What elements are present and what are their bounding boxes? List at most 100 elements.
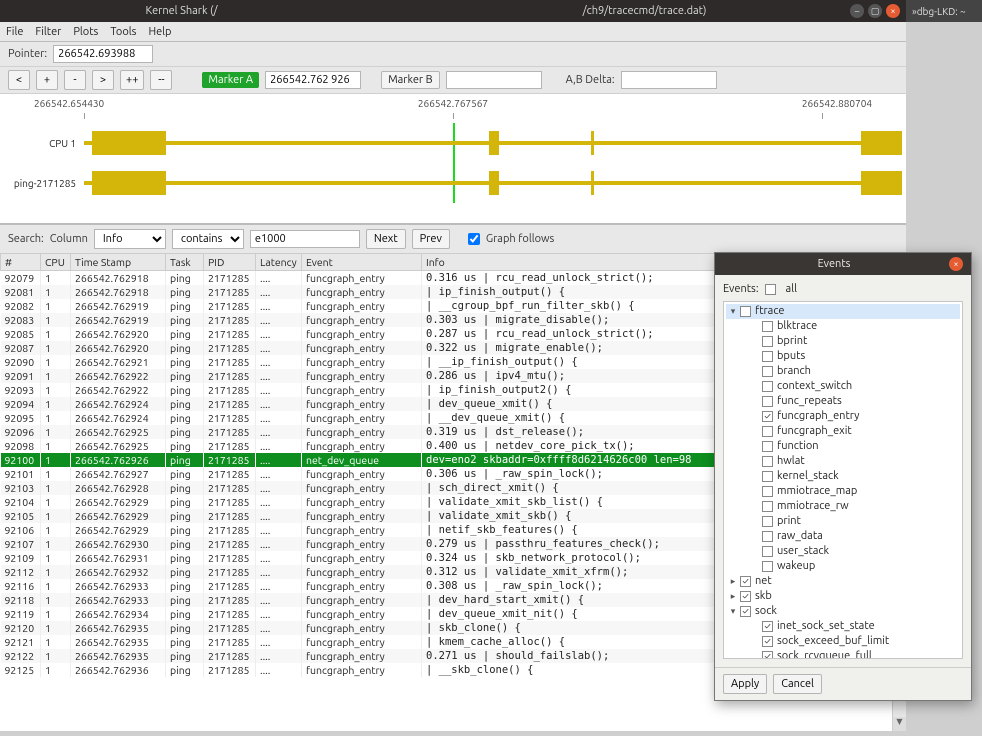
- expand-icon[interactable]: ▾: [728, 604, 738, 619]
- tree-item[interactable]: function: [726, 439, 960, 454]
- tree-checkbox[interactable]: [762, 561, 773, 572]
- track-ping[interactable]: ping-2171285: [4, 163, 902, 203]
- tree-checkbox[interactable]: [762, 366, 773, 377]
- tree-checkbox[interactable]: [762, 321, 773, 332]
- col-event[interactable]: Event: [302, 254, 422, 271]
- tree-checkbox[interactable]: [762, 351, 773, 362]
- dialog-close-button[interactable]: ×: [949, 257, 963, 271]
- all-checkbox[interactable]: [765, 284, 776, 295]
- tree-item[interactable]: sock_rcvqueue_full: [726, 649, 960, 659]
- tree-item[interactable]: funcgraph_exit: [726, 424, 960, 439]
- expand-icon[interactable]: ▸: [728, 589, 738, 604]
- tree-item[interactable]: ▸net: [726, 574, 960, 589]
- cell-pid: 2171285: [204, 397, 256, 411]
- tree-item[interactable]: print: [726, 514, 960, 529]
- delta-field[interactable]: [621, 71, 717, 89]
- minimize-button[interactable]: –: [850, 4, 864, 18]
- tree-checkbox[interactable]: [762, 516, 773, 527]
- tree-checkbox[interactable]: [740, 576, 751, 587]
- tree-item[interactable]: user_stack: [726, 544, 960, 559]
- tree-checkbox[interactable]: [762, 381, 773, 392]
- cell-lat: ....: [256, 383, 302, 397]
- menu-filter[interactable]: Filter: [35, 26, 61, 38]
- tree-checkbox[interactable]: [762, 411, 773, 422]
- scroll-down-icon[interactable]: ▼: [893, 717, 906, 731]
- tree-checkbox[interactable]: [762, 336, 773, 347]
- menu-plots[interactable]: Plots: [73, 26, 98, 38]
- tree-checkbox[interactable]: [762, 456, 773, 467]
- tree-checkbox[interactable]: [762, 396, 773, 407]
- cell-ev: funcgraph_entry: [302, 271, 422, 286]
- col-timestamp[interactable]: Time Stamp: [71, 254, 166, 271]
- tree-item[interactable]: funcgraph_entry: [726, 409, 960, 424]
- nav-forward-button[interactable]: >: [92, 70, 114, 90]
- col-pid[interactable]: PID: [204, 254, 256, 271]
- events-dialog[interactable]: Events × Events: all ▾ftraceblktracebpri…: [714, 252, 972, 701]
- col-latency[interactable]: Latency: [256, 254, 302, 271]
- tree-item[interactable]: ▾ftrace: [726, 304, 960, 319]
- cell-task: ping: [166, 593, 204, 607]
- marker-a-button[interactable]: Marker A: [202, 72, 259, 88]
- tree-checkbox[interactable]: [762, 426, 773, 437]
- tree-item[interactable]: context_switch: [726, 379, 960, 394]
- events-tree[interactable]: ▾ftraceblktracebprintbputsbranchcontext_…: [723, 301, 963, 659]
- maximize-button[interactable]: ▢: [868, 4, 882, 18]
- apply-button[interactable]: Apply: [723, 674, 767, 694]
- col-task[interactable]: Task: [166, 254, 204, 271]
- tree-item[interactable]: bputs: [726, 349, 960, 364]
- tree-checkbox[interactable]: [762, 441, 773, 452]
- nav-back-button[interactable]: <: [8, 70, 30, 90]
- marker-a-field[interactable]: [265, 71, 361, 89]
- tree-checkbox[interactable]: [762, 501, 773, 512]
- marker-b-button[interactable]: Marker B: [381, 71, 440, 89]
- search-prev-button[interactable]: Prev: [412, 229, 450, 249]
- timeline-panel[interactable]: 266542.654430 266542.767567 266542.88070…: [0, 94, 906, 224]
- search-column-select[interactable]: Info: [94, 229, 166, 249]
- search-match-select[interactable]: contains: [172, 229, 244, 249]
- tree-item[interactable]: ▾sock: [726, 604, 960, 619]
- cancel-button[interactable]: Cancel: [773, 674, 822, 694]
- tree-item[interactable]: bprint: [726, 334, 960, 349]
- tree-item[interactable]: mmiotrace_rw: [726, 499, 960, 514]
- tree-checkbox[interactable]: [762, 531, 773, 542]
- tree-item[interactable]: sock_exceed_buf_limit: [726, 634, 960, 649]
- expand-icon[interactable]: ▾: [728, 304, 738, 319]
- marker-b-field[interactable]: [446, 71, 542, 89]
- tree-item[interactable]: func_repeats: [726, 394, 960, 409]
- tree-checkbox[interactable]: [762, 636, 773, 647]
- nav-zoom-out-button[interactable]: -: [64, 70, 86, 90]
- tree-checkbox[interactable]: [740, 306, 751, 317]
- tree-checkbox[interactable]: [740, 606, 751, 617]
- graph-follows-checkbox[interactable]: [468, 233, 480, 245]
- tree-item[interactable]: ▸skb: [726, 589, 960, 604]
- tree-item[interactable]: raw_data: [726, 529, 960, 544]
- track-cpu1[interactable]: CPU 1: [4, 123, 902, 163]
- tree-checkbox[interactable]: [740, 591, 751, 602]
- expand-icon[interactable]: ▸: [728, 574, 738, 589]
- nav-zoom-in-fast-button[interactable]: ++: [120, 70, 144, 90]
- tree-item[interactable]: hwlat: [726, 454, 960, 469]
- menu-help[interactable]: Help: [148, 26, 171, 38]
- tree-item[interactable]: mmiotrace_map: [726, 484, 960, 499]
- tree-item[interactable]: kernel_stack: [726, 469, 960, 484]
- tree-checkbox[interactable]: [762, 471, 773, 482]
- search-next-button[interactable]: Next: [366, 229, 406, 249]
- tree-checkbox[interactable]: [762, 486, 773, 497]
- tree-label: wakeup: [777, 559, 815, 574]
- pointer-field[interactable]: [53, 45, 153, 63]
- nav-zoom-out-fast-button[interactable]: --: [150, 70, 172, 90]
- nav-zoom-in-button[interactable]: +: [36, 70, 58, 90]
- tree-checkbox[interactable]: [762, 546, 773, 557]
- col-cpu[interactable]: CPU: [41, 254, 71, 271]
- menu-tools[interactable]: Tools: [110, 26, 136, 38]
- tree-item[interactable]: blktrace: [726, 319, 960, 334]
- tree-checkbox[interactable]: [762, 621, 773, 632]
- tree-item[interactable]: wakeup: [726, 559, 960, 574]
- close-button[interactable]: ×: [886, 4, 900, 18]
- tree-item[interactable]: inet_sock_set_state: [726, 619, 960, 634]
- search-text-input[interactable]: [250, 230, 360, 248]
- col-num[interactable]: #: [1, 254, 41, 271]
- tree-item[interactable]: branch: [726, 364, 960, 379]
- menu-file[interactable]: File: [6, 26, 23, 38]
- tree-checkbox[interactable]: [762, 651, 773, 659]
